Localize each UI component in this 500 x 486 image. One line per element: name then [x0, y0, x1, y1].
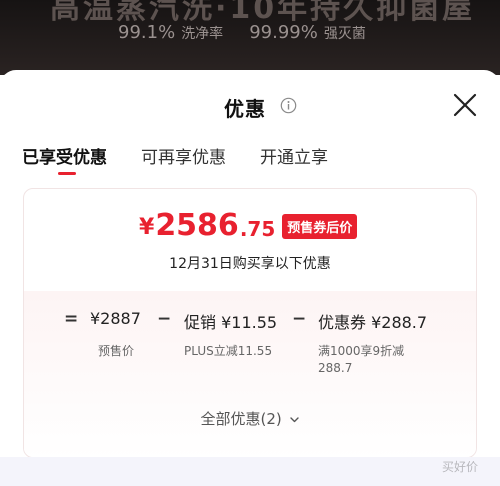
stat-value: 99.1%	[118, 22, 176, 43]
minus-sign: −	[157, 309, 172, 329]
sheet-title: 优惠	[224, 97, 266, 121]
presale-price-label: 预售价	[98, 344, 135, 358]
tab-enjoyed-discounts[interactable]: 已享受优惠	[22, 143, 107, 175]
currency-symbol: ¥	[139, 215, 155, 240]
final-price: ¥ 2586 .75	[139, 209, 275, 243]
coupon-amount: 优惠券 ¥288.7	[318, 313, 428, 332]
stat-sterilize: 99.99% 强灭菌	[249, 22, 366, 43]
discount-sheet: 优惠 已享受优惠 可再享优惠 开通立享 ¥ 2586 .75 预售券后价 12月…	[0, 70, 500, 486]
coupon-label: 满1000享9折减 288.7	[318, 343, 404, 377]
all-discounts-toggle[interactable]: 全部优惠(2)	[0, 408, 500, 429]
tab-activate-now[interactable]: 开通立享	[260, 143, 328, 175]
promotion-amount: 促销 ¥11.55	[184, 313, 278, 332]
footer-strip	[0, 457, 500, 486]
product-banner: 高温蒸汽洗·10年持久抑菌屋 99.1% 洗净率 99.99% 强灭菌	[0, 0, 500, 75]
stat-label: 强灭菌	[323, 26, 366, 42]
chevron-down-icon	[289, 417, 299, 423]
all-discounts-label: 全部优惠(2)	[200, 410, 282, 428]
tab-more-discounts[interactable]: 可再享优惠	[141, 143, 226, 175]
sheet-header: 优惠	[0, 70, 500, 132]
equals-sign: =	[64, 309, 79, 329]
price-card-top: ¥ 2586 .75 预售券后价 12月31日购买享以下优惠	[24, 189, 476, 291]
stat-wash-rate: 99.1% 洗净率	[118, 22, 223, 43]
price-breakdown: = ¥2887 预售价 − 促销 ¥11.55 PLUS立减11.55 − 优惠…	[24, 291, 476, 457]
purchase-note: 12月31日购买享以下优惠	[169, 256, 331, 272]
stat-label: 洗净率	[181, 26, 224, 42]
final-price-row: ¥ 2586 .75 预售券后价	[139, 209, 358, 243]
stat-value: 99.99%	[249, 22, 318, 43]
discount-tabs: 已享受优惠 可再享优惠 开通立享	[22, 143, 362, 177]
coupon-label-line1: 满1000享9折减	[318, 344, 405, 358]
coupon-label-line2: 288.7	[318, 361, 353, 375]
watermark: 买好价	[442, 460, 479, 474]
price-decimal: .75	[239, 217, 276, 241]
price-integer: 2586	[155, 208, 239, 243]
close-icon[interactable]	[452, 92, 478, 118]
minus-sign: −	[292, 309, 307, 329]
promotion-label: PLUS立减11.55	[184, 344, 273, 358]
presale-price-amount: ¥2887	[90, 309, 141, 328]
info-icon[interactable]	[280, 97, 297, 114]
presale-price-badge: 预售券后价	[282, 214, 358, 239]
banner-stats: 99.1% 洗净率 99.99% 强灭菌	[118, 22, 366, 43]
